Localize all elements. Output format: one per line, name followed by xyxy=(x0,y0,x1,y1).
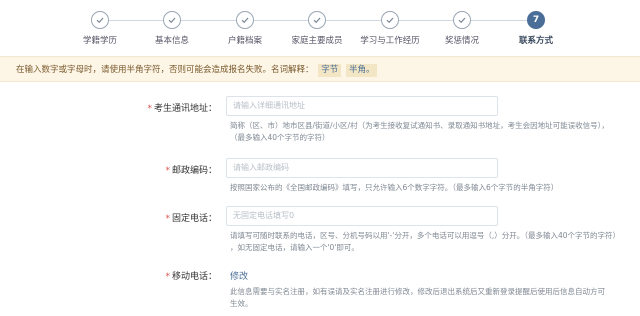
step-label: 家庭主要成员 xyxy=(291,36,343,46)
address-hint-limit: （最多输入40个字节的字符） xyxy=(230,133,330,142)
address-hint: 简称（区、市）地市区县/街道/小区/村（为考生接收复试通知书、录取通知书地址，考… xyxy=(230,121,609,130)
address-row: * 考生通讯地址： 请输入详细通讯地址 简称（区、市）地市区县/街道/小区/村（为… xyxy=(0,96,640,144)
zipcode-hint: 按照国家公布的《全国邮政编码》填写，只允许输入6个数字字符。（最多输入6个字节的… xyxy=(230,183,559,192)
step-contact[interactable]: 7 联系方式 xyxy=(496,11,576,46)
step-family[interactable]: 家庭主要成员 xyxy=(277,11,357,46)
zipcode-label: * 邮政编码： xyxy=(165,166,217,176)
notice-bar: 在输入数字或字母时，请使用半角字符，否则可能会造成报名失败。名词解释： 字节 半… xyxy=(0,56,640,82)
progress-stepper: 学籍学历 基本信息 户籍档案 家庭主要成员 学习与工作经历 奖惩情况 7 联系方… xyxy=(0,0,640,56)
mobile-hint: 此信息需要与实名注册，如有误请及实名注册进行修改，修改后退出系统后又重新登录提醒… xyxy=(230,287,605,296)
mobile-label: * 移动电话： xyxy=(165,272,217,282)
step-education[interactable]: 学籍学历 xyxy=(60,11,140,46)
check-icon xyxy=(163,11,181,29)
mobile-edit-link[interactable]: 修改 xyxy=(230,269,248,282)
step-label: 联系方式 xyxy=(518,36,553,46)
zipcode-row: * 邮政编码： 请输入邮政编码 按照国家公布的《全国邮政编码》填写，只允许输入6个… xyxy=(0,158,640,192)
check-icon xyxy=(453,11,471,29)
step-basic-info[interactable]: 基本信息 xyxy=(132,11,212,46)
zipcode-input[interactable]: 请输入邮政编码 xyxy=(226,158,498,178)
step-number-badge: 7 xyxy=(527,11,545,29)
check-icon xyxy=(91,11,109,29)
check-icon xyxy=(308,11,326,29)
step-label: 基本信息 xyxy=(154,36,189,46)
step-label: 户籍档案 xyxy=(227,36,262,46)
step-household[interactable]: 户籍档案 xyxy=(205,11,285,46)
notice-text: 在输入数字或字母时，请使用半角字符，否则可能会造成报名失败。名词解释： xyxy=(16,65,314,75)
address-input[interactable]: 请输入详细通讯地址 xyxy=(226,96,498,116)
phone-label: * 固定电话： xyxy=(165,214,217,224)
step-label: 奖惩情况 xyxy=(444,36,479,46)
phone-hint-extra: ，如无固定电话，请输入一个'0'即可。 xyxy=(230,243,359,252)
glossary-link-byte[interactable]: 字节 xyxy=(318,64,342,77)
check-icon xyxy=(381,11,399,29)
check-icon xyxy=(236,11,254,29)
required-marker: * xyxy=(165,214,170,224)
glossary-link-halfwidth[interactable]: 半角。 xyxy=(345,64,378,77)
required-marker: * xyxy=(165,166,170,176)
step-label: 学籍学历 xyxy=(82,36,117,46)
step-label: 学习与工作经历 xyxy=(360,36,420,46)
required-marker: * xyxy=(147,104,152,114)
mobile-hint-extra: 生效。 xyxy=(230,299,253,308)
address-label: * 考生通讯地址： xyxy=(147,104,217,114)
step-experience[interactable]: 学习与工作经历 xyxy=(350,11,430,46)
mobile-row: * 移动电话： 修改 此信息需要与实名注册，如有误请及实名注册进行修改，修改后退出… xyxy=(0,266,640,314)
step-rewards[interactable]: 奖惩情况 xyxy=(422,11,502,46)
phone-row: * 固定电话： 无固定电话填写0 请填写可随时联系的电话，区号、分机号码以用'-'… xyxy=(0,206,640,254)
phone-input[interactable]: 无固定电话填写0 xyxy=(226,206,498,226)
phone-hint: 请填写可随时联系的电话，区号、分机号码以用'-'分开，多个电话可以用逗号（,）分… xyxy=(230,231,621,240)
required-marker: * xyxy=(165,272,170,282)
